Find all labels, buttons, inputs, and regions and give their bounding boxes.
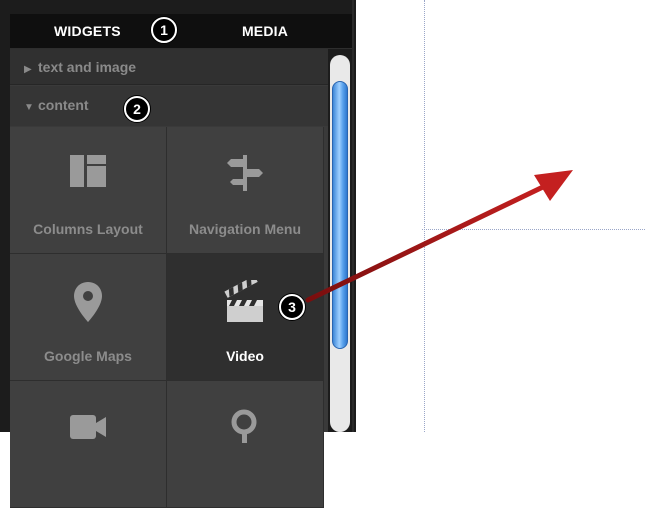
arrow-head-icon	[534, 170, 573, 201]
callout-1: 1	[151, 17, 177, 43]
annotation-arrow	[305, 170, 573, 303]
callout-3: 3	[279, 294, 305, 320]
arrow-shaft	[305, 183, 548, 303]
callout-2: 2	[124, 96, 150, 122]
